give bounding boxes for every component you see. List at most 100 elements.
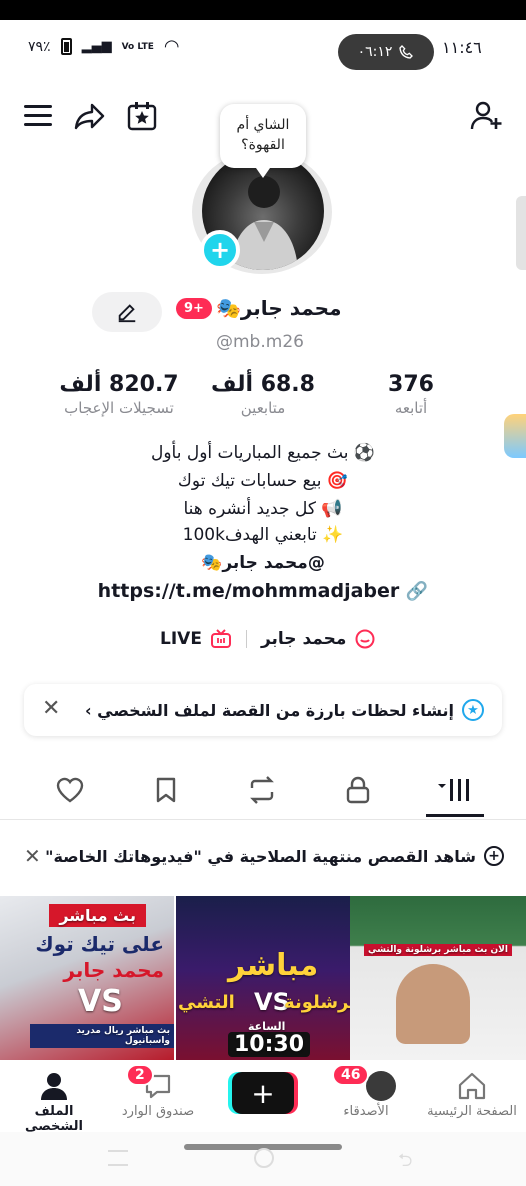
side-panel-handle[interactable] xyxy=(516,196,526,270)
live-label[interactable]: LIVE xyxy=(160,629,202,649)
profile-icon xyxy=(41,1073,67,1100)
thumb-subtitle: محمد جابر xyxy=(63,958,164,982)
thumb-caption: بث مباشر ريال مدريد واسبانيول xyxy=(30,1024,174,1048)
lock-icon xyxy=(346,776,370,804)
home-circle-icon[interactable] xyxy=(254,1148,274,1168)
bookmark-icon xyxy=(156,777,176,803)
heart-icon xyxy=(56,777,84,803)
status-bar: ٧٩٪ ▂▄▆ Vo LTE ◠ ٠٦:١٢ ١١:٤٦ xyxy=(0,20,526,78)
thumb-caption: الان بث مباشر برشلونة والتشي xyxy=(364,944,512,956)
thumb-team-right: برشلونة xyxy=(284,992,350,1013)
notice-text-row: + شاهد القصص منتهية الصلاحية في "فيديوها… xyxy=(45,846,504,866)
grid-icon xyxy=(438,779,469,801)
stat-followers[interactable]: 68.8 ألف متابعين xyxy=(202,372,324,417)
menu-icon[interactable] xyxy=(20,98,56,134)
tab-reposts[interactable] xyxy=(236,768,288,812)
signal-icon: ▂▄▆ xyxy=(81,39,112,54)
active-tab-indicator xyxy=(426,814,484,817)
close-icon[interactable]: ✕ xyxy=(24,844,41,868)
stat-value: 68.8 ألف xyxy=(211,372,315,397)
add-story-button[interactable]: + xyxy=(200,230,240,270)
nav-profile[interactable]: الملف الشخصي xyxy=(4,1068,104,1134)
bio-line: 🎯 بيع حسابات تيك توك xyxy=(177,471,349,491)
link-icon: 🔗 xyxy=(405,581,429,602)
thumb-title: مباشر xyxy=(228,948,319,983)
phone-icon xyxy=(399,45,414,59)
profile-name: محمد جابر🎭 xyxy=(215,296,342,320)
plus-icon: + xyxy=(209,236,231,264)
stat-following[interactable]: 376 أتابعه xyxy=(372,372,450,417)
share-icon[interactable] xyxy=(72,98,108,134)
stat-likes[interactable]: 820.7 ألف تسجيلات الإعجاب xyxy=(44,372,194,417)
tab-liked[interactable] xyxy=(44,768,96,812)
nav-inbox[interactable]: 2 صندوق الوارد xyxy=(108,1064,208,1119)
story-highlight-banner[interactable]: ✕ ★ إنشاء لحظات بارزة من القصة لملف الشخ… xyxy=(24,684,502,736)
nav-home[interactable]: الصفحة الرئيسية xyxy=(422,1068,522,1119)
video-thumbnail[interactable]: الان بث مباشر برشلونة والتشي xyxy=(350,896,526,1060)
recents-icon[interactable] xyxy=(108,1150,128,1166)
bio-link[interactable]: https://t.me/mohmmadjaber 🔗 xyxy=(0,580,526,602)
meta-row: LIVE محمد جابر xyxy=(160,628,376,650)
expired-stories-notice[interactable]: + شاهد القصص منتهية الصلاحية في "فيديوها… xyxy=(0,836,526,876)
nav-label: الصفحة الرئيسية xyxy=(427,1104,517,1119)
stat-label: متابعين xyxy=(240,399,286,417)
bio-line: ✨ تابعني الهدف100k xyxy=(182,525,344,545)
tab-videos[interactable] xyxy=(430,768,482,812)
pencil-icon xyxy=(118,304,136,323)
bio-line: ⚽ بث جميع المباريات أول بأول xyxy=(150,443,376,463)
linked-account-name[interactable]: محمد جابر xyxy=(261,629,347,649)
home-icon xyxy=(458,1072,486,1100)
top-black-band xyxy=(0,0,526,20)
highlight-star-icon: ★ xyxy=(462,699,484,721)
nav-label: صندوق الوارد xyxy=(121,1104,195,1119)
nav-friends[interactable]: 46 الأصدقاء xyxy=(316,1064,416,1119)
calendar-star-icon[interactable] xyxy=(124,98,160,134)
add-circle-icon: + xyxy=(484,846,504,866)
bio-link-text: https://t.me/mohmmadjaber xyxy=(97,580,400,602)
stat-label: أتابعه xyxy=(394,399,428,417)
nav-label: الملف الشخصي xyxy=(25,1104,83,1134)
notification-badge[interactable]: 9+ xyxy=(176,297,212,319)
meta-divider xyxy=(245,630,247,648)
thumb-time: 10:30 xyxy=(228,1032,311,1057)
stat-value: 376 xyxy=(388,372,434,397)
back-icon[interactable]: ⮌ xyxy=(398,1148,412,1178)
notice-text: شاهد القصص منتهية الصلاحية في "فيديوهاتك… xyxy=(45,846,476,866)
battery-icon xyxy=(60,38,72,55)
add-friend-icon[interactable] xyxy=(468,98,504,134)
edit-profile-button[interactable] xyxy=(92,292,162,332)
stat-value: 820.7 ألف xyxy=(59,372,179,397)
stat-label: تسجيلات الإعجاب xyxy=(64,399,174,417)
create-button[interactable]: + xyxy=(232,1072,294,1114)
tab-saved[interactable] xyxy=(140,768,192,812)
bottom-nav: الصفحة الرئيسية 46 الأصدقاء + 2 صندوق ال… xyxy=(0,1060,526,1134)
battery-percent: ٧٩٪ xyxy=(28,38,51,55)
profile-tabs xyxy=(0,768,526,820)
bio-line: 📢 كل جديد أنشره هنا xyxy=(183,499,343,519)
inbox-count-badge: 2 xyxy=(126,1064,154,1086)
tab-private[interactable] xyxy=(332,768,384,812)
video-thumbnail[interactable]: بث مباشر على تيك توك محمد جابر VS بث مبا… xyxy=(0,896,174,1060)
note-bubble[interactable]: الشاي أم القهوة؟ xyxy=(220,104,306,178)
story-highlight-text: إنشاء لحظات بارزة من القصة لملف الشخصي › xyxy=(85,700,454,720)
thumb-live-tag: بث مباشر xyxy=(49,904,146,927)
live-tv-icon xyxy=(210,629,231,648)
thumb-title: على تيك توك xyxy=(35,932,164,956)
chat-bubble-icon xyxy=(355,629,375,649)
name-row: 9+ محمد جابر🎭 xyxy=(176,296,341,320)
system-nav-bar: ⮌ xyxy=(0,1132,526,1186)
video-thumbnail[interactable]: مباشر VS التشي برشلونة الساعة 10:30 xyxy=(176,896,350,1060)
thumb-person xyxy=(396,964,470,1044)
network-label: Vo LTE xyxy=(121,41,154,52)
story-highlight-text-row: ★ إنشاء لحظات بارزة من القصة لملف الشخصي… xyxy=(85,699,484,721)
floating-widget[interactable] xyxy=(504,414,526,458)
thumb-vs: VS xyxy=(78,984,123,1019)
friends-avatar xyxy=(366,1071,396,1101)
clock: ١١:٤٦ xyxy=(442,38,482,57)
repost-icon xyxy=(250,776,274,804)
call-timer: ٠٦:١٢ xyxy=(357,44,393,60)
close-icon[interactable]: ✕ xyxy=(42,696,60,721)
call-pill[interactable]: ٠٦:١٢ xyxy=(338,34,434,70)
bio-mention[interactable]: @محمد جابر🎭 xyxy=(0,550,526,577)
wifi-icon: ◠ xyxy=(163,36,180,57)
